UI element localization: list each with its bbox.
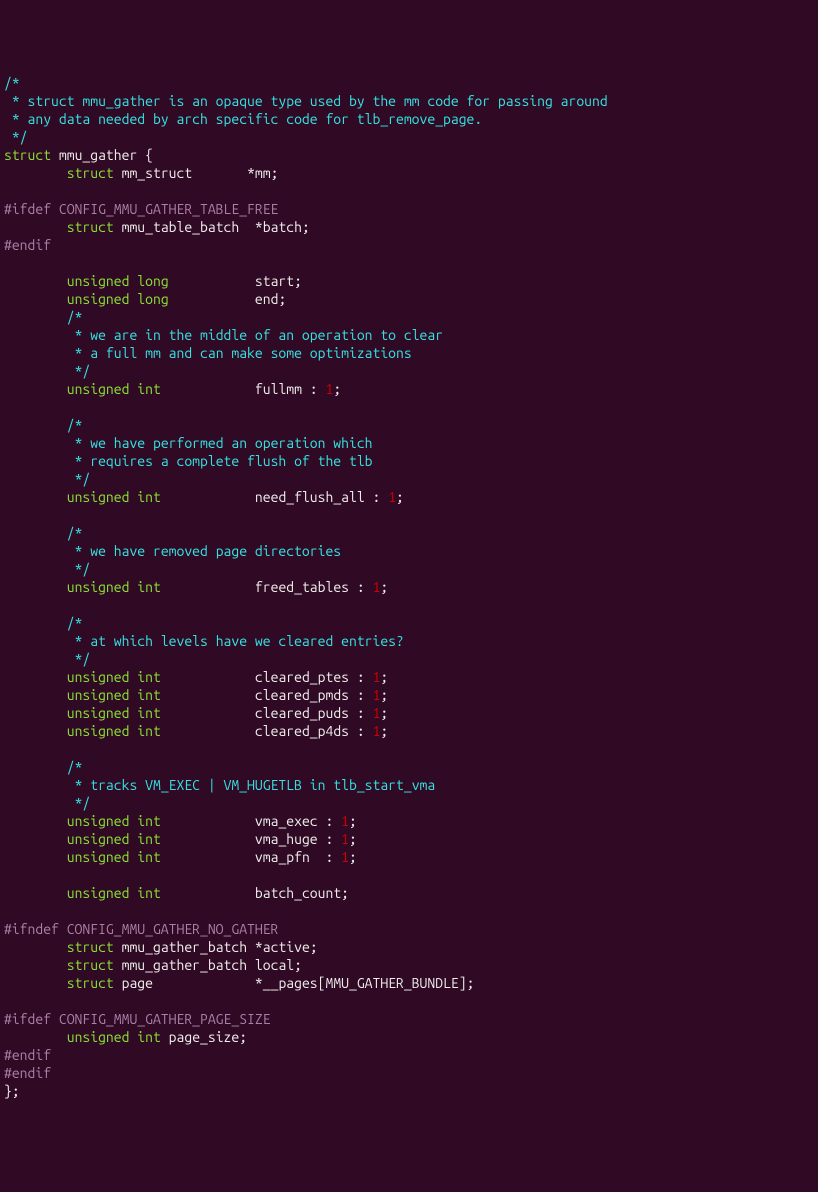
comment-line: * any data needed by arch specific code … [4,111,482,127]
semicolon: ; [294,957,302,973]
semicolon: ; [380,579,388,595]
field-mm: *mm [247,165,271,181]
type-unsigned-int: unsigned int [67,885,161,901]
semicolon: ; [239,1029,247,1045]
semicolon: ; [278,291,286,307]
brace-close: }; [4,1083,20,1099]
comment-open: /* [67,615,83,631]
field-start: start [255,273,294,289]
kw-struct: struct [67,165,114,181]
type-mmu-gather-batch: mmu_gather_batch [122,939,247,955]
field-need-flush-all: need_flush_all : [255,489,388,505]
kw-struct: struct [4,147,51,163]
type-unsigned-int: unsigned int [67,687,161,703]
field-cleared-puds: cleared_puds : [255,705,373,721]
type-mmu-table-batch: mmu_table_batch [122,219,240,235]
field-local: local [255,957,294,973]
type-unsigned-int: unsigned int [67,489,161,505]
preproc-ifdef: #ifdef CONFIG_MMU_GATHER_TABLE_FREE [4,201,278,217]
comment-line: * we are in the middle of an operation t… [67,327,443,343]
semicolon: ; [380,687,388,703]
type-unsigned-int: unsigned int [67,849,161,865]
preproc-endif: #endif [4,237,51,253]
comment-line: * struct mmu_gather is an opaque type us… [4,93,608,109]
preproc-endif: #endif [4,1047,51,1063]
kw-struct: struct [67,957,114,973]
comment-open: /* [67,417,83,433]
comment-line: * tracks VM_EXEC | VM_HUGETLB in tlb_sta… [67,777,435,793]
field-batch: *batch [255,219,302,235]
type-unsigned-int: unsigned int [67,669,161,685]
semicolon: ; [349,813,357,829]
semicolon: ; [271,165,279,181]
semicolon: ; [302,219,310,235]
field-batch-count: batch_count [255,885,341,901]
comment-close: */ [67,363,91,379]
type-unsigned-int: unsigned int [67,831,161,847]
type-unsigned-int: unsigned int [67,579,161,595]
type-unsigned-int: unsigned int [67,1029,161,1045]
field-vma-pfn: vma_pfn : [255,849,341,865]
preproc-ifdef: #ifdef CONFIG_MMU_GATHER_PAGE_SIZE [4,1011,271,1027]
comment-line: * we have performed an operation which [67,435,373,451]
comment-line: * at which levels have we cleared entrie… [67,633,404,649]
comment-open: /* [67,309,83,325]
field-freed-tables: freed_tables : [255,579,373,595]
comment-close: */ [67,651,91,667]
semicolon: ; [380,705,388,721]
comment-line: * we have removed page directories [67,543,341,559]
preproc-endif: #endif [4,1065,51,1081]
type-unsigned-int: unsigned int [67,705,161,721]
type-unsigned-long: unsigned long [67,291,169,307]
field-page-size: page_size [169,1029,240,1045]
bitfield-width: 1 [341,831,349,847]
field-end: end [255,291,279,307]
type-mmu-gather-batch: mmu_gather_batch [122,957,247,973]
semicolon: ; [396,489,404,505]
comment-line: */ [4,129,28,145]
type-unsigned-int: unsigned int [67,813,161,829]
semicolon: ; [380,723,388,739]
brace-open: { [137,147,153,163]
comment-close: */ [67,561,91,577]
field-pages: *__pages[MMU_GATHER_BUNDLE] [255,975,467,991]
semicolon: ; [380,669,388,685]
semicolon: ; [341,885,349,901]
field-vma-exec: vma_exec : [255,813,341,829]
type-unsigned-long: unsigned long [67,273,169,289]
bitfield-width: 1 [388,489,396,505]
comment-line: * requires a complete flush of the tlb [67,453,373,469]
comment-close: */ [67,795,91,811]
comment-close: */ [67,471,91,487]
type-unsigned-int: unsigned int [67,723,161,739]
comment-line: /* [4,75,20,91]
bitfield-width: 1 [341,813,349,829]
kw-struct: struct [67,939,114,955]
comment-open: /* [67,759,83,775]
field-cleared-p4ds: cleared_p4ds : [255,723,373,739]
semicolon: ; [310,939,318,955]
field-cleared-pmds: cleared_pmds : [255,687,373,703]
semicolon: ; [349,849,357,865]
semicolon: ; [294,273,302,289]
semicolon: ; [349,831,357,847]
type-mm-struct: mm_struct [122,165,193,181]
type-unsigned-int: unsigned int [67,381,161,397]
kw-struct: struct [67,975,114,991]
semicolon: ; [467,975,475,991]
field-vma-huge: vma_huge : [255,831,341,847]
field-fullmm: fullmm : [255,381,326,397]
struct-name: mmu_gather [59,147,137,163]
comment-line: * a full mm and can make some optimizati… [67,345,412,361]
preproc-ifndef: #ifndef CONFIG_MMU_GATHER_NO_GATHER [4,921,278,937]
field-active: *active [255,939,310,955]
semicolon: ; [333,381,341,397]
type-page: page [122,975,153,991]
comment-open: /* [67,525,83,541]
bitfield-width: 1 [341,849,349,865]
field-cleared-ptes: cleared_ptes : [255,669,373,685]
kw-struct: struct [67,219,114,235]
code-block: /* * struct mmu_gather is an opaque type… [4,74,814,1100]
